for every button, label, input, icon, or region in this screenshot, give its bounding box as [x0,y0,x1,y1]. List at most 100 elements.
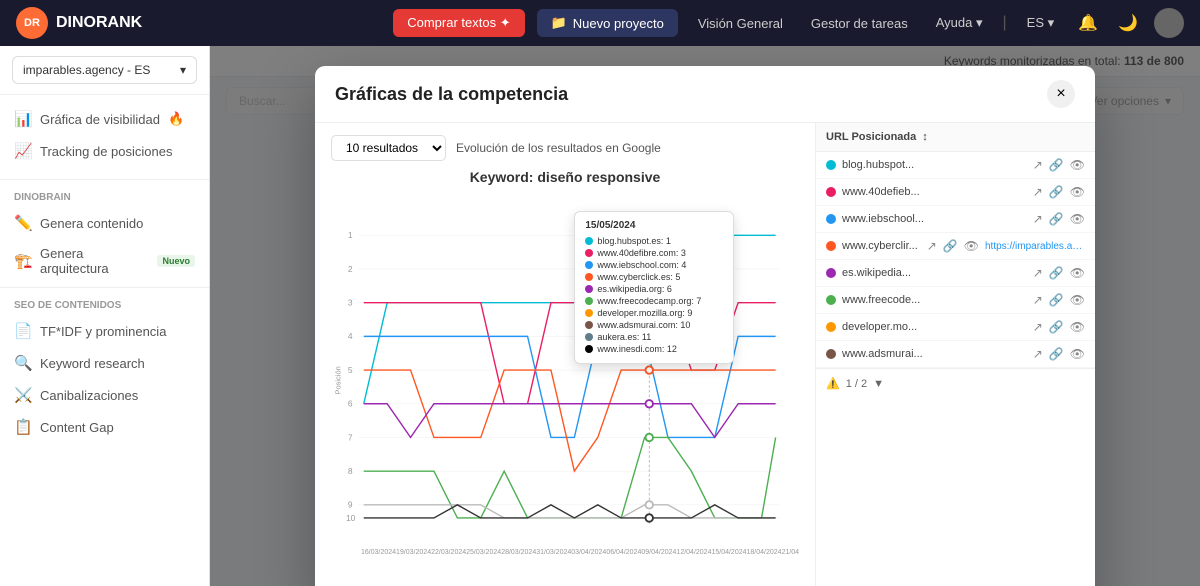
new-project-button[interactable]: 📁 Nuevo proyecto [537,9,678,37]
domain-row-wikipedia: es.wikipedia... ↗ 🔗 👁 [816,260,1095,287]
copy-icon[interactable]: 🔗 [1049,158,1064,172]
tooltip-text-6: developer.mozilla.org: 9 [597,308,692,318]
sidebar-item-keyword-research[interactable]: 🔍 Keyword research [0,347,209,379]
external-link-icon[interactable]: ↗ [1033,320,1043,334]
domain-actions-mozilla: ↗ 🔗 👁 [1033,320,1085,334]
tooltip-text-7: www.adsmurai.com: 10 [597,320,690,330]
svg-text:5: 5 [348,365,353,375]
language-selector[interactable]: ES ▾ [1019,15,1062,31]
copy-icon[interactable]: 🔗 [1049,320,1064,334]
tooltip-dot-0 [585,237,593,245]
pagination-arrow[interactable]: ▼ [873,378,884,390]
tooltip-dot-6 [585,309,593,317]
svg-text:2: 2 [348,264,353,274]
domain-name-iebschool: www.iebschool... [842,213,1027,225]
eye-icon[interactable]: 👁 [964,239,979,253]
modal-close-button[interactable]: × [1047,80,1075,108]
copy-icon[interactable]: 🔗 [1049,293,1064,307]
svg-text:3: 3 [348,297,353,307]
svg-text:1: 1 [348,230,353,240]
domain-row-freecodecamp: www.freecode... ↗ 🔗 👁 [816,287,1095,314]
project-selector[interactable]: imparables.agency - ES ▾ [0,46,209,95]
tooltip-item-5: www.freecodecamp.org: 7 [585,295,723,307]
domain-dot-wikipedia [826,268,836,278]
logo-text: DINORANK [56,14,142,32]
sidebar-item-genera-arquitectura[interactable]: 🏗️ Genera arquitectura Nuevo [0,239,209,283]
copy-icon[interactable]: 🔗 [1049,185,1064,199]
eye-icon[interactable]: 👁 [1070,320,1085,334]
tooltip-text-2: www.iebschool.com: 4 [597,260,686,270]
tooltip-item-7: www.adsmurai.com: 10 [585,319,723,331]
tracking-icon: 📈 [14,142,32,160]
warning-icon: ⚠️ [826,377,840,390]
vision-general-link[interactable]: Visión General [690,16,791,31]
tooltip-item-8: aukera.es: 11 [585,331,723,343]
copy-icon[interactable]: 🔗 [1049,266,1064,280]
tooltip-text-0: blog.hubspot.es: 1 [597,236,671,246]
notifications-icon[interactable]: 🔔 [1074,13,1102,33]
tooltip-date: 15/05/2024 [585,220,723,231]
domain-actions-adsmurai: ↗ 🔗 👁 [1033,347,1085,361]
eye-icon[interactable]: 👁 [1070,212,1085,226]
tooltip-dot-5 [585,297,593,305]
sidebar-item-visibilidad[interactable]: 📊 Gráfica de visibilidad 🔥 [0,103,209,135]
user-avatar[interactable] [1154,8,1184,38]
domain-name-40defiebre: www.40defieb... [842,186,1027,198]
tooltip-text-4: es.wikipedia.org: 6 [597,284,672,294]
domain-row-iebschool: www.iebschool... ↗ 🔗 👁 [816,206,1095,233]
domain-url-cyberclick: https://imparables.agency/seo-para-... [985,241,1085,252]
sidebar-item-content-gap[interactable]: 📋 Content Gap [0,411,209,443]
buy-texts-button[interactable]: Comprar textos ✦ [393,9,524,37]
results-select[interactable]: 10 resultados [331,135,446,161]
tooltip-item-9: www.inesdi.com: 12 [585,343,723,355]
svg-text:9: 9 [348,500,353,510]
sidebar-main-section: 📊 Gráfica de visibilidad 🔥 📈 Tracking de… [0,95,209,175]
copy-icon[interactable]: 🔗 [943,239,958,253]
external-link-icon[interactable]: ↗ [1033,158,1043,172]
ayuda-link[interactable]: Ayuda ▾ [928,15,991,31]
tooltip-item-4: es.wikipedia.org: 6 [585,283,723,295]
modal-graficas-competencia: Gráficas de la competencia × 10 resultad… [315,66,1095,586]
tooltip-item-3: www.cyberclick.es: 5 [585,271,723,283]
sidebar-item-tfidf[interactable]: 📄 TF*IDF y prominencia [0,315,209,347]
tooltip-item-0: blog.hubspot.es: 1 [585,235,723,247]
domain-dot-40defiebre [826,187,836,197]
gestor-tareas-link[interactable]: Gestor de tareas [803,16,916,31]
theme-toggle-icon[interactable]: 🌙 [1114,13,1142,33]
keyword-label: Keyword: diseño responsive [331,169,799,185]
sidebar-item-tracking[interactable]: 📈 Tracking de posiciones [0,135,209,167]
domain-row-cyberclick: www.cyberclir... ↗ 🔗 👁 https://imparable… [816,233,1095,260]
svg-text:10: 10 [346,513,356,523]
pagination-label: 1 / 2 [846,378,867,390]
domain-dot-cyberclick [826,241,836,251]
tooltip-text-3: www.cyberclick.es: 5 [597,272,680,282]
sidebar-item-canibalizaciones[interactable]: ⚔️ Canibalizaciones [0,379,209,411]
copy-icon[interactable]: 🔗 [1049,347,1064,361]
eye-icon[interactable]: 👁 [1070,293,1085,307]
external-link-icon[interactable]: ↗ [927,239,937,253]
content-gap-icon: 📋 [14,418,32,436]
tooltip-dot-7 [585,321,593,329]
domain-dot-adsmurai [826,349,836,359]
external-link-icon[interactable]: ↗ [1033,212,1043,226]
external-link-icon[interactable]: ↗ [1033,266,1043,280]
domain-name-mozilla: developer.mo... [842,321,1027,333]
chart-icon: 📊 [14,110,32,128]
external-link-icon[interactable]: ↗ [1033,185,1043,199]
domain-actions-wikipedia: ↗ 🔗 👁 [1033,266,1085,280]
external-link-icon[interactable]: ↗ [1033,347,1043,361]
eye-icon[interactable]: 👁 [1070,266,1085,280]
content-area: Keywords monitorizadas en total: 113 de … [210,46,1200,586]
evolution-label: Evolución de los resultados en Google [456,141,661,155]
eye-icon[interactable]: 👁 [1070,158,1085,172]
project-dropdown[interactable]: imparables.agency - ES ▾ [12,56,197,84]
sidebar-item-genera-contenido[interactable]: ✏️ Genera contenido [0,207,209,239]
eye-icon[interactable]: 👁 [1070,347,1085,361]
external-link-icon[interactable]: ↗ [1033,293,1043,307]
modal-title: Gráficas de la competencia [335,84,568,105]
domain-name-adsmurai: www.adsmurai... [842,348,1027,360]
architecture-icon: 🏗️ [14,252,32,270]
copy-icon[interactable]: 🔗 [1049,212,1064,226]
domain-actions-40defiebre: ↗ 🔗 👁 [1033,185,1085,199]
eye-icon[interactable]: 👁 [1070,185,1085,199]
